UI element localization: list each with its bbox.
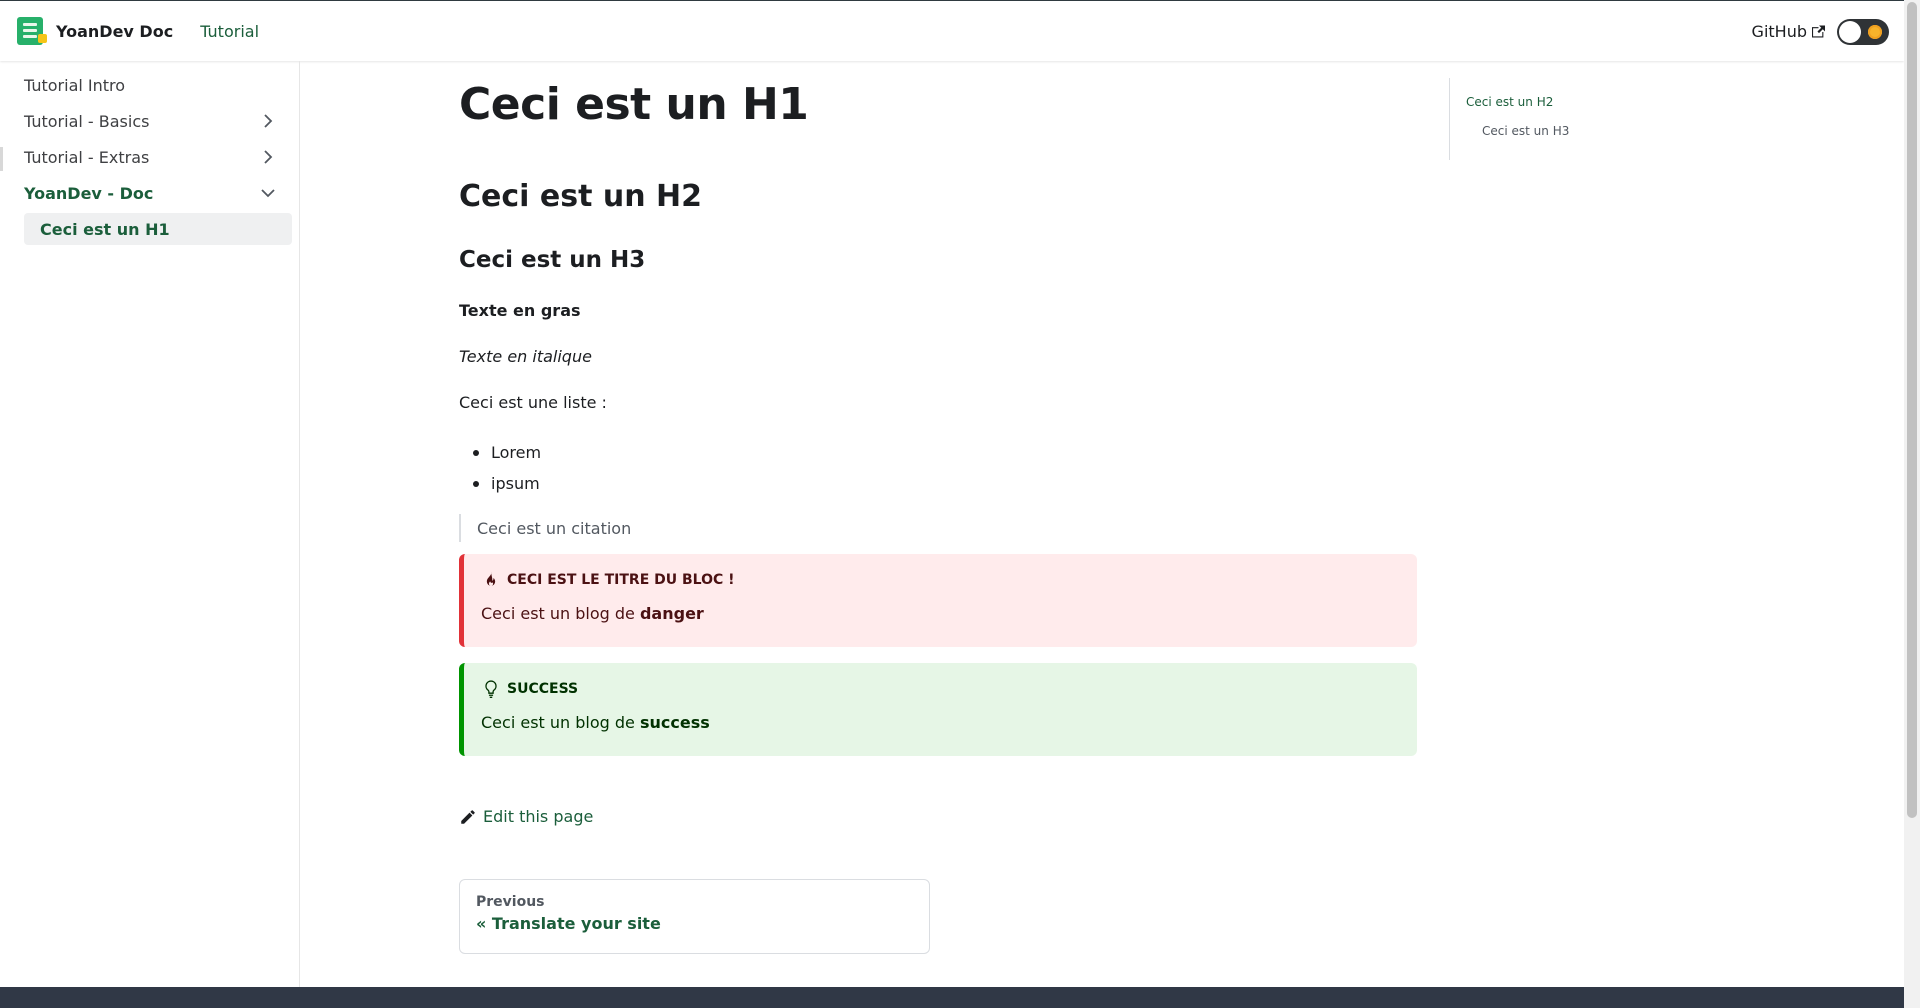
edit-page-label: Edit this page (483, 807, 594, 826)
scrollbar[interactable] (1904, 0, 1920, 1008)
success-admonition-body: Ceci est un blog de success (481, 713, 1400, 732)
success-admonition: SUCCESS Ceci est un blog de success (459, 663, 1417, 756)
sun-icon (1868, 24, 1882, 39)
sidebar-item-label: Tutorial - Extras (24, 147, 150, 167)
chevron-down-icon[interactable] (260, 185, 276, 201)
pagination-label: « Translate your site (476, 914, 661, 933)
github-link-label: GitHub (1751, 22, 1807, 41)
footer (0, 987, 1904, 1008)
heading-h3: Ceci est un H3 (459, 247, 646, 273)
sidebar-item-label: Tutorial - Basics (24, 111, 150, 131)
danger-admonition-body: Ceci est un blog de danger (481, 604, 1400, 623)
heading-h2: Ceci est un H2 (459, 179, 703, 214)
pagination-previous[interactable]: Previous « Translate your site (459, 879, 930, 954)
nav-link-tutorial[interactable]: Tutorial (200, 22, 259, 41)
blockquote: Ceci est un citation (459, 514, 631, 542)
sidebar: Tutorial Intro Tutorial - Basics Tutoria… (0, 61, 300, 988)
success-admonition-title: SUCCESS (507, 681, 579, 697)
site-logo-icon (17, 17, 47, 45)
list-item: Lorem (459, 437, 541, 468)
success-admonition-heading: SUCCESS (481, 679, 1400, 699)
italic-text: Texte en italique (459, 347, 592, 366)
sidebar-subitem-h1[interactable]: Ceci est un H1 (24, 213, 292, 245)
lightbulb-icon (485, 680, 497, 698)
bullet-list: Lorem ipsum (459, 437, 541, 499)
brand-title: YoanDev Doc (56, 21, 174, 41)
theme-toggle[interactable] (1837, 18, 1889, 45)
sidebar-item-tutorial-basics[interactable]: Tutorial - Basics (24, 105, 292, 137)
danger-admonition: CECI EST LE TITRE DU BLOC ! Ceci est un … (459, 554, 1417, 647)
danger-admonition-heading: CECI EST LE TITRE DU BLOC ! (481, 570, 1400, 590)
list-intro: Ceci est une liste : (459, 393, 607, 412)
navbar-right: GitHub (1752, 1, 1889, 62)
toggle-knob (1839, 20, 1861, 43)
sidebar-item-tutorial-extras[interactable]: Tutorial - Extras (24, 141, 292, 173)
edit-page-link[interactable]: Edit this page (459, 807, 593, 826)
pencil-icon (461, 809, 475, 824)
sidebar-item-tutorial-intro[interactable]: Tutorial Intro (24, 69, 292, 101)
chevron-right-icon[interactable] (260, 149, 276, 165)
success-text-bold: success (639, 713, 710, 732)
page-title-h1: Ceci est un H1 (459, 79, 809, 130)
external-link-icon (1812, 25, 1825, 38)
success-text: Ceci est un blog de (481, 713, 640, 732)
danger-text-bold: danger (639, 604, 704, 623)
toc-link-h3[interactable]: Ceci est un H3 (1482, 124, 1569, 138)
sidebar-item-yoandev-doc[interactable]: YoanDev - Doc (24, 177, 292, 209)
scrollbar-thumb[interactable] (1907, 2, 1917, 818)
danger-text: Ceci est un blog de (481, 604, 640, 623)
github-link[interactable]: GitHub (1752, 22, 1825, 41)
bold-text: Texte en gras (459, 301, 581, 320)
sidebar-item-label: Tutorial Intro (24, 75, 126, 95)
pagination-sublabel: Previous (476, 894, 545, 910)
sidebar-indicator (0, 147, 3, 171)
sidebar-item-label: YoanDev - Doc (24, 183, 154, 203)
table-of-contents: Ceci est un H2 Ceci est un H3 (1449, 78, 1649, 160)
brand-link[interactable]: YoanDev Doc (17, 17, 173, 45)
fire-icon (486, 571, 496, 586)
toc-link-h2[interactable]: Ceci est un H2 (1466, 95, 1553, 109)
navbar: YoanDev Doc Tutorial GitHub (0, 0, 1904, 61)
list-item: ipsum (459, 468, 541, 499)
chevron-right-icon[interactable] (260, 113, 276, 129)
danger-admonition-title: CECI EST LE TITRE DU BLOC ! (507, 572, 735, 588)
